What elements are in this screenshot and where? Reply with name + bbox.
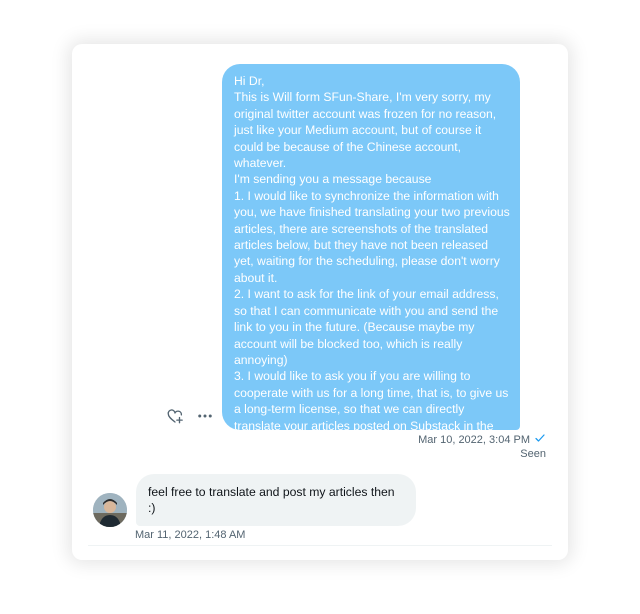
heart-plus-icon[interactable] [165, 406, 185, 426]
received-timestamp: Mar 11, 2022, 1:48 AM [135, 529, 246, 541]
dm-conversation-panel: Hi Dr, This is Will form SFun-Share, I'm… [72, 44, 568, 560]
message-actions [165, 406, 215, 426]
received-message-bubble[interactable]: feel free to translate and post my artic… [136, 474, 416, 526]
sent-timestamp: Mar 10, 2022, 3:04 PM [418, 433, 530, 446]
seen-status: Seen [520, 448, 546, 460]
sent-message-meta: Mar 10, 2022, 3:04 PM Seen [418, 432, 546, 461]
sent-message-bubble[interactable]: Hi Dr, This is Will form SFun-Share, I'm… [222, 64, 520, 430]
divider [88, 545, 552, 546]
check-icon [534, 432, 546, 447]
avatar[interactable] [93, 493, 127, 527]
more-dots-icon[interactable] [195, 406, 215, 426]
